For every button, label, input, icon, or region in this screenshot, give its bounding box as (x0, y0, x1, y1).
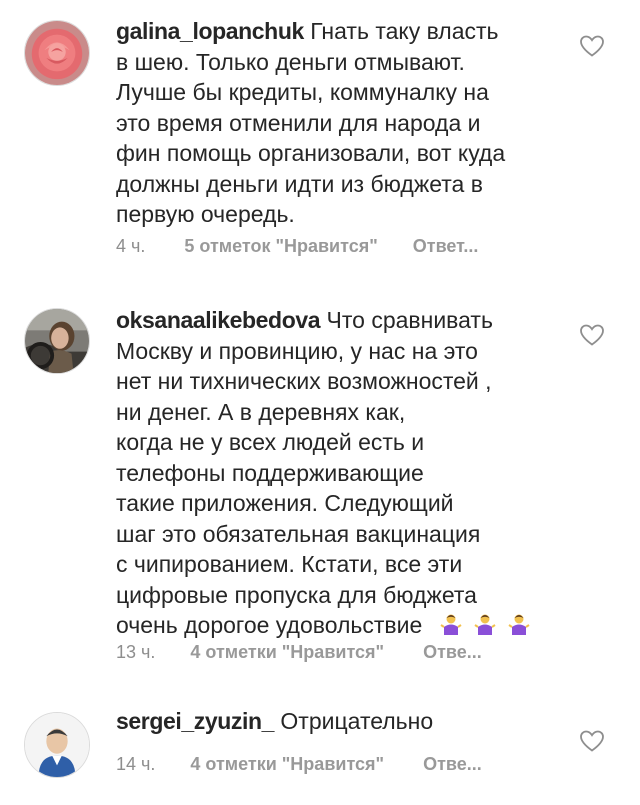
username-link[interactable]: galina_lopanchuk (116, 18, 304, 44)
likes-count-link[interactable]: 5 отметок "Нравится" (184, 236, 377, 257)
man-cartoon-avatar (25, 713, 89, 777)
woman-in-car-avatar (25, 309, 89, 373)
username-link[interactable]: sergei_zyuzin_ (116, 708, 274, 734)
reply-button[interactable]: Отве... (423, 642, 482, 663)
person-shrugging-icon (439, 611, 463, 643)
comment-text: Лучше бы кредиты, коммуналку на (116, 79, 489, 105)
comment-text: Отрицательно (280, 708, 434, 734)
reply-button[interactable]: Ответ... (413, 236, 479, 257)
username-link[interactable]: oksanaalikebedova (116, 307, 321, 333)
comment-time: 13 ч. (116, 642, 156, 662)
comment-line: oksanaalikebedova Что сравнивать (116, 305, 546, 336)
comment-line: galina_lopanchuk Гнать таку власть (116, 16, 546, 47)
comment-time: 14 ч. (116, 754, 156, 774)
comment-text: Что сравнивать (326, 307, 493, 333)
like-heart-icon[interactable] (579, 729, 605, 753)
comment-text: должны деньги идти из бюджета в (116, 170, 483, 197)
comment-text: очень дорогое удовольствие (116, 612, 423, 638)
comment-text: с чипированием. Кстати, все эти (116, 551, 463, 577)
comment-text: Гнать таку власть (310, 18, 499, 44)
comment-text: в шею. Только деньги отмывают. (116, 48, 465, 75)
comment-text: ни денег. А в деревнях как, (116, 398, 406, 425)
like-heart-icon[interactable] (579, 34, 605, 58)
comment-time: 4 ч. (116, 236, 146, 256)
avatar[interactable] (24, 308, 90, 374)
reply-button[interactable]: Отве... (423, 754, 482, 775)
person-shrugging-icon (473, 611, 497, 643)
comment-text: цифровые пропуска для бюджета (116, 581, 477, 608)
comment-line: очень дорогое удовольствие (116, 610, 546, 643)
avatar[interactable] (24, 712, 90, 778)
comment-text: нет ни тихнических возможностей , (116, 368, 492, 394)
comment-text: первую очередь. (116, 201, 295, 227)
comment-text: шаг это обязательная вакцинация (116, 520, 481, 547)
comment-line: sergei_zyuzin_ Отрицательно (116, 706, 546, 737)
comment-text: Москву и провинцию, у нас на это (116, 337, 478, 364)
comment-text: фин помощь организовали, вот куда (116, 140, 506, 166)
comment-text: телефоны поддерживающие (116, 459, 424, 486)
like-heart-icon[interactable] (579, 323, 605, 347)
likes-count-link[interactable]: 4 отметки "Нравится" (190, 754, 384, 775)
avatar[interactable] (24, 20, 90, 86)
person-shrugging-icon (507, 611, 531, 643)
comment-text: это время отменили для народа и (116, 109, 481, 136)
likes-count-link[interactable]: 4 отметки "Нравится" (190, 642, 384, 663)
comment-text: такие приложения. Следующий (116, 490, 454, 516)
rose-flower-avatar (25, 21, 89, 85)
comment-text: когда не у всех людей есть и (116, 429, 425, 455)
